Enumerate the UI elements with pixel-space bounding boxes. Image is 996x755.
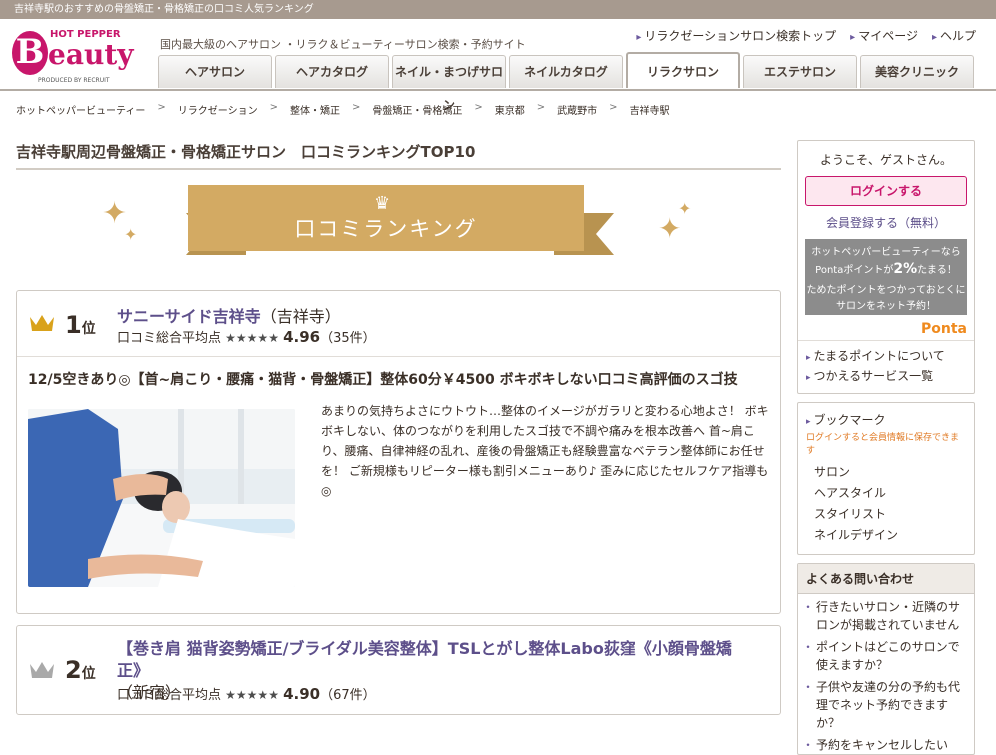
massage-photo-illustration xyxy=(28,409,295,587)
sparkle-icon: ✦ xyxy=(124,225,138,244)
point-link[interactable]: つかえるサービス一覧 xyxy=(806,367,966,387)
sparkle-icon: ✦ xyxy=(678,199,692,218)
login-button[interactable]: ログインする xyxy=(805,176,967,206)
breadcrumb-item[interactable]: リラクゼーション xyxy=(178,102,258,117)
silver-crown-icon xyxy=(30,662,54,678)
ponta-line: ホットペッパービューティーなら xyxy=(811,247,961,258)
header: HOT PEPPER B eauty PRODUCED BY RECRUIT 国… xyxy=(0,19,996,112)
rank-number: 1位 xyxy=(65,311,96,339)
bookmark-title[interactable]: ブックマーク xyxy=(806,411,966,428)
breadcrumb-item[interactable]: 骨盤矯正・骨格矯正 xyxy=(372,102,462,117)
faq-box: よくある問い合わせ 行きたいサロン・近隣のサロンが掲載されていません ポイントは… xyxy=(797,563,975,755)
faq-title: よくある問い合わせ xyxy=(798,564,974,594)
bookmark-item[interactable]: ネイルデザイン xyxy=(806,525,966,546)
salon-name-link[interactable]: サニーサイド吉祥寺（吉祥寺） xyxy=(117,303,341,327)
member-box: ようこそ、ゲストさん。 ログインする 会員登録する（無料） ホットペッパービュー… xyxy=(797,140,975,394)
crown-icon: ♛ xyxy=(374,193,391,214)
salon-catch-copy[interactable]: 12/5空きあり◎【首~肩こり・腰痛・猫背・骨盤矯正】整体60分￥4500 ボキ… xyxy=(28,369,738,389)
bookmark-box: ブックマーク ログインすると会員情報に保存できます サロン ヘアスタイル スタイ… xyxy=(797,402,975,555)
welcome-text: ようこそ、ゲストさん。 xyxy=(819,153,952,167)
tab-nail-eyelash[interactable]: ネイル・まつげサロン xyxy=(392,55,506,112)
logo-produced: PRODUCED BY RECRUIT xyxy=(38,77,110,84)
salon-description: あまりの気持ちよさにウトウト…整体のイメージがガラリと変わる心地よさ！ ボキボキ… xyxy=(321,404,769,498)
bookmark-item[interactable]: スタイリスト xyxy=(806,504,966,525)
hotpepper-beauty-logo[interactable]: HOT PEPPER B eauty PRODUCED BY RECRUIT xyxy=(12,27,144,85)
rank-number: 2位 xyxy=(65,656,96,684)
breadcrumb-item[interactable]: ホットペッパービューティー xyxy=(16,102,145,117)
breadcrumb-current: 吉祥寺駅 xyxy=(629,106,670,117)
welcome-panel: ようこそ、ゲストさん。 ログインする 会員登録する（無料） ホットペッパービュー… xyxy=(798,141,974,341)
top-links: リラクゼーションサロン検索トップ マイページ ヘルプ xyxy=(636,27,976,44)
ponta-logo: Ponta xyxy=(921,321,967,337)
bookmark-note: ログインすると会員情報に保存できます xyxy=(806,433,960,456)
site-tagline: 国内最大級のヘアサロン ・リラク＆ビューティーサロン検索・予約サイト xyxy=(160,38,526,51)
tab-hair-catalog[interactable]: ヘアカタログ xyxy=(275,55,389,88)
review-count: （67件） xyxy=(320,688,376,703)
ranking-card-1: 1位 サニーサイド吉祥寺（吉祥寺） 口コミ総合平均点 ★★★★★ 4.96（35… xyxy=(16,290,781,614)
faq-item[interactable]: 行きたいサロン・近隣のサロンが掲載されていません xyxy=(798,594,974,634)
rating-score: 4.90 xyxy=(283,685,321,703)
faq-item[interactable]: 予約をキャンセルしたい xyxy=(798,732,974,754)
link-relax-top[interactable]: リラクゼーションサロン検索トップ xyxy=(636,27,836,44)
ponta-line: Pontaポイントが2%たまる！ xyxy=(815,261,957,277)
tab-relax-salon[interactable]: リラクサロン xyxy=(626,52,740,88)
logo-initial: B xyxy=(12,31,48,75)
tab-hair-salon[interactable]: ヘアサロン xyxy=(158,55,272,88)
faq-item[interactable]: 子供や友達の分の予約も代理でネット予約できますか？ xyxy=(798,674,974,732)
ranking-card-head: 1位 サニーサイド吉祥寺（吉祥寺） 口コミ総合平均点 ★★★★★ 4.96（35… xyxy=(17,291,780,357)
bookmark-item[interactable]: サロン xyxy=(806,462,966,483)
register-link[interactable]: 会員登録する（無料） xyxy=(798,214,974,231)
ranking-ribbon: ✦ ✦ ♛ 口コミランキング ✦ ✦ xyxy=(100,185,700,275)
tab-nail-catalog[interactable]: ネイルカタログ xyxy=(509,55,623,88)
point-links: たまるポイントについて つかえるサービス一覧 xyxy=(798,341,974,393)
salon-photo[interactable] xyxy=(28,409,295,587)
bookmark-item[interactable]: ヘアスタイル xyxy=(806,483,966,504)
category-tabs: ヘアサロン ヘアカタログ ネイル・まつげサロン ネイルカタログ リラクサロン エ… xyxy=(158,52,974,112)
page-title: 吉祥寺駅周辺骨盤矯正・骨格矯正サロン 口コミランキングTOP10 xyxy=(16,141,781,170)
top-strip: 吉祥寺駅のおすすめの骨盤矯正・骨格矯正の口コミ人気ランキング xyxy=(0,0,996,19)
breadcrumb-item[interactable]: 整体・矯正 xyxy=(290,102,340,117)
review-count: （35件） xyxy=(320,331,376,346)
link-help[interactable]: ヘルプ xyxy=(932,27,976,44)
sparkle-icon: ✦ xyxy=(658,212,682,245)
faq-item[interactable]: ポイントはどこのサロンで使えますか？ xyxy=(798,634,974,674)
link-mypage[interactable]: マイページ xyxy=(850,27,918,44)
rating-row: 口コミ総合平均点 ★★★★★ 4.96（35件） xyxy=(117,328,376,346)
rating-row: 口コミ総合平均点 ★★★★★ 4.90（67件） xyxy=(117,685,376,703)
ribbon-banner: ♛ 口コミランキング xyxy=(188,185,584,251)
ranking-card-2: 2位 【巻き肩 猫背姿勢矯正/ブライダル美容整体】TSLとがし整体Labo荻窪《… xyxy=(16,625,781,715)
breadcrumb-item[interactable]: 武蔵野市 xyxy=(557,102,597,117)
breadcrumb: ホットペッパービューティー > リラクゼーション > 整体・矯正 > 骨盤矯正・骨格矯… xyxy=(16,102,670,117)
rating-score: 4.96 xyxy=(283,328,321,346)
tab-esthetic-salon[interactable]: エステサロン xyxy=(743,55,857,88)
star-rating: ★★★★★ xyxy=(225,331,279,345)
gold-crown-icon xyxy=(30,315,54,331)
star-rating: ★★★★★ xyxy=(225,688,279,702)
ribbon-label: 口コミランキング xyxy=(294,217,478,241)
tab-beauty-clinic[interactable]: 美容クリニック xyxy=(860,55,974,88)
ponta-banner[interactable]: ホットペッパービューティーなら Pontaポイントが2%たまる！ ためたポイント… xyxy=(805,239,967,315)
point-link[interactable]: たまるポイントについて xyxy=(806,347,966,367)
sidebar: ようこそ、ゲストさん。 ログインする 会員登録する（無料） ホットペッパービュー… xyxy=(797,140,975,755)
breadcrumb-item[interactable]: 東京都 xyxy=(495,102,525,117)
ponta-line: ためたポイントをつかっておとくにサロンをネット予約！ xyxy=(806,285,966,312)
tab-rule xyxy=(0,89,996,91)
logo-word: eauty xyxy=(48,38,134,71)
